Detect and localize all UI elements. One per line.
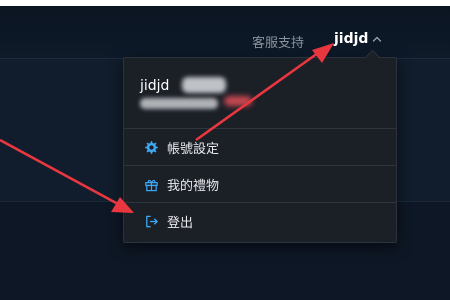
chevron-up-icon xyxy=(373,36,382,42)
user-menu-toggle[interactable]: jidjd xyxy=(334,31,383,47)
redacted-user-detail xyxy=(140,98,218,109)
nav-username: jidjd xyxy=(334,31,369,47)
dropdown-username: jidjd xyxy=(140,78,170,94)
menu-item-account-settings[interactable]: 帳號設定 xyxy=(124,129,396,166)
user-dropdown-menu: jidjd 帳號設定 我的禮物 登出 xyxy=(123,49,397,243)
logout-icon xyxy=(144,214,159,229)
gift-icon xyxy=(144,177,159,192)
screenshot-frame: 客服支持 jidjd jidjd 帳號設定 我的禮物 登出 xyxy=(0,0,450,300)
menu-item-label: 登出 xyxy=(167,216,194,231)
menu-item-my-gifts[interactable]: 我的禮物 xyxy=(124,166,396,203)
redacted-user-badge xyxy=(224,96,252,106)
top-navbar: 客服支持 jidjd xyxy=(0,6,450,59)
menu-item-label: 帳號設定 xyxy=(167,141,220,157)
customer-support-link[interactable]: 客服支持 xyxy=(252,32,304,51)
gear-icon xyxy=(144,140,159,155)
menu-item-label: 我的禮物 xyxy=(167,178,220,194)
dropdown-user-header: jidjd xyxy=(124,58,396,129)
menu-item-logout[interactable]: 登出 xyxy=(124,203,396,240)
redacted-username-suffix xyxy=(182,77,226,93)
